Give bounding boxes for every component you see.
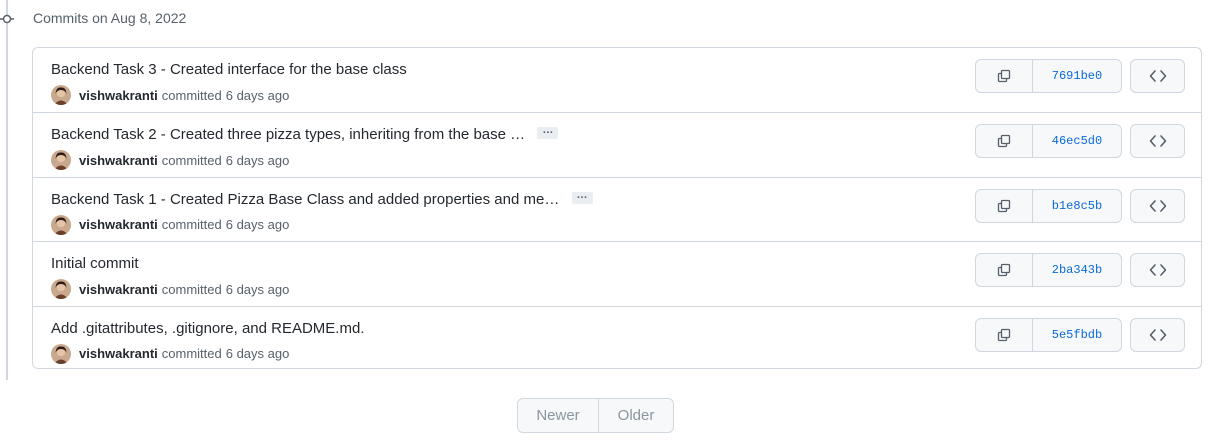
commit-age: 6 days ago [225,152,290,168]
pagination: Newer Older [517,398,674,433]
commit-author[interactable]: vishwakranti [79,282,158,297]
commit-actions: b1e8c5b [975,188,1122,223]
commit-age: 6 days ago [225,346,290,362]
commit-sha-link[interactable]: 2ba343b [1033,254,1121,286]
commit-row: Backend Task 1 - Created Pizza Base Clas… [33,176,1201,241]
commit-title-link[interactable]: Initial commit [51,255,139,272]
commit-actions: 7691be0 [975,59,1122,93]
copy-icon [997,135,1011,148]
commit-actions: 2ba343b [975,253,1122,288]
commit-author[interactable]: vishwakranti [79,153,158,168]
commit-title-link[interactable]: Backend Task 3 - Created interface for t… [51,61,407,78]
commit-row: Backend Task 3 - Created interface for t… [33,48,1201,112]
commit-meta: vishwakranti committed 6 days ago [51,343,290,364]
commit-list: Backend Task 3 - Created interface for t… [32,47,1202,369]
commit-age: 6 days ago [225,217,290,233]
copy-icon [997,69,1011,83]
committed-label: committed [161,346,222,362]
commit-group-title: Commits on Aug 8, 2022 [33,10,187,26]
code-icon [1149,70,1166,82]
copy-sha-button[interactable] [976,60,1033,92]
copy-sha-button[interactable] [976,254,1033,287]
copy-sha-button[interactable] [976,318,1033,351]
committed-label: committed [161,87,222,103]
commit-author[interactable]: vishwakranti [79,217,158,232]
commit-title-wrap: Add .gitattributes, .gitignore, and READ… [51,320,364,337]
commit-title-wrap: Backend Task 2 - Created three pizza typ… [51,125,559,143]
commit-actions: 5e5fbdb [975,317,1122,352]
commit-row: Add .gitattributes, .gitignore, and READ… [33,305,1201,368]
commit-title-link[interactable]: Backend Task 1 - Created Pizza Base Clas… [51,191,559,208]
copy-sha-button[interactable] [976,189,1033,222]
committed-label: committed [161,281,222,297]
commit-title-link[interactable]: Add .gitattributes, .gitignore, and READ… [51,320,364,337]
commit-age: 6 days ago [225,87,290,103]
commit-meta: vishwakranti committed 6 days ago [51,214,290,235]
browse-repo-button[interactable] [1130,317,1185,352]
avatar[interactable] [51,214,71,235]
committed-label: committed [161,217,222,233]
commit-meta: vishwakranti committed 6 days ago [51,279,290,300]
commit-age: 6 days ago [225,281,290,297]
commit-row: Initial commit vishwakranti committed 6 … [33,241,1201,305]
older-button[interactable]: Older [599,399,673,432]
commit-meta: vishwakranti committed 6 days ago [51,150,290,171]
commit-meta: vishwakranti committed 6 days ago [51,85,289,105]
avatar[interactable] [51,279,71,300]
browse-repo-button[interactable] [1130,124,1185,159]
commit-title-wrap: Backend Task 3 - Created interface for t… [51,61,407,78]
copy-icon [997,199,1011,212]
code-icon [1149,328,1166,341]
avatar[interactable] [51,150,71,171]
commit-sha-link[interactable]: 46ec5d0 [1033,125,1121,157]
copy-sha-button[interactable] [976,125,1033,158]
browse-repo-button[interactable] [1130,59,1185,93]
newer-button[interactable]: Newer [518,399,599,432]
avatar[interactable] [51,85,71,105]
commit-sha-link[interactable]: b1e8c5b [1033,190,1121,222]
commit-title-link[interactable]: Backend Task 2 - Created three pizza typ… [51,126,525,143]
commit-title-wrap: Initial commit [51,255,139,272]
commit-sha-link[interactable]: 7691be0 [1033,60,1121,92]
commit-title-wrap: Backend Task 1 - Created Pizza Base Clas… [51,189,593,208]
copy-icon [997,328,1011,341]
commit-author[interactable]: vishwakranti [79,88,158,103]
commit-actions: 46ec5d0 [975,124,1122,159]
commit-row: Backend Task 2 - Created three pizza typ… [33,112,1201,176]
browse-repo-button[interactable] [1130,253,1185,288]
commit-author[interactable]: vishwakranti [79,346,158,361]
copy-icon [997,264,1011,277]
git-commit-icon [0,14,14,24]
expand-message-button[interactable]: … [571,189,593,204]
timeline-line [6,0,8,380]
commits-page: Commits on Aug 8, 2022 Backend Task 3 - … [0,0,1217,442]
avatar[interactable] [51,343,71,364]
code-icon [1149,199,1166,212]
browse-repo-button[interactable] [1130,188,1185,223]
expand-message-button[interactable]: … [537,125,559,140]
committed-label: committed [161,152,222,168]
commit-sha-link[interactable]: 5e5fbdb [1033,319,1121,351]
code-icon [1149,264,1166,276]
code-icon [1149,135,1166,148]
